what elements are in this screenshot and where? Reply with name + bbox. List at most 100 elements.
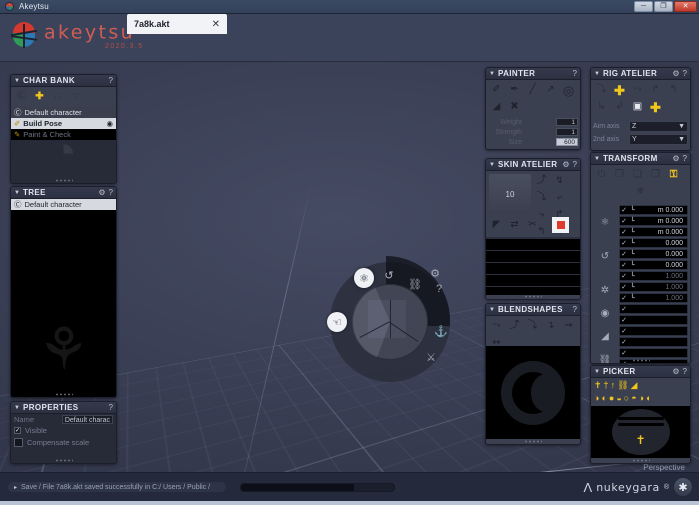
bs-tool-4-icon[interactable]: ↴ [542, 318, 559, 334]
skin-weight-icon[interactable]: ◤ [488, 217, 505, 233]
skin-tool-4-icon[interactable]: ⤶ [551, 190, 568, 206]
compensate-scale-checkbox[interactable] [14, 438, 23, 447]
help-icon[interactable]: ? [109, 76, 113, 85]
properties-header[interactable]: ▼ PROPERTIES ? [11, 402, 116, 414]
add-constraint-icon[interactable]: ✚ [647, 99, 664, 115]
brush-smooth-icon[interactable]: ✒ [506, 82, 523, 98]
chevron-down-icon[interactable]: ▼ [489, 162, 495, 168]
transform-row-ry[interactable]: ✓ ┗ 0.000 [619, 249, 688, 259]
bs-tool-2-icon[interactable]: ⤴ [506, 318, 523, 334]
resize-grip[interactable] [631, 359, 650, 362]
key-icon[interactable]: ┗ [628, 250, 637, 258]
picker-color-7-icon[interactable]: ◑ [639, 393, 644, 403]
help-icon[interactable]: ? [573, 305, 577, 314]
add-joint-icon[interactable]: ✚ [611, 82, 628, 98]
tree-row-default-character[interactable]: Ⓒ Default character [11, 199, 116, 210]
resize-grip[interactable] [54, 393, 73, 396]
joint-icon[interactable]: ⛓ [408, 277, 422, 291]
row-value[interactable]: 1.000 [637, 273, 687, 280]
chevron-down-icon[interactable]: ▼ [678, 136, 685, 143]
chevron-down-icon[interactable]: ▼ [678, 123, 685, 130]
row-value[interactable]: m 0.000 [637, 218, 687, 225]
row-value[interactable]: 0.000 [637, 251, 687, 258]
transform-row-tz[interactable]: ✓ ┗ m 0.000 [619, 227, 688, 237]
strength-track[interactable] [525, 131, 553, 133]
row-checkbox[interactable]: ✓ [620, 305, 628, 313]
picker-color-5-icon[interactable]: ○ [624, 393, 629, 403]
visible-checkbox[interactable]: ✓ [14, 427, 21, 434]
bs-tool-5-icon[interactable]: ⇝ [560, 318, 577, 334]
picker-header[interactable]: ▼ PICKER ⚙ ? [591, 366, 690, 378]
chevron-down-icon[interactable]: ▼ [14, 78, 20, 84]
skin-tool-2-icon[interactable]: ↯ [551, 173, 568, 189]
status-message-pill[interactable]: ▸ Save / File 7a8k.akt saved successfull… [8, 482, 226, 492]
brush-fill-icon[interactable]: ◢ [488, 99, 505, 115]
key-icon[interactable]: ┗ [628, 239, 637, 247]
char-row-default[interactable]: Ⓒ Default character [11, 107, 116, 118]
row-value[interactable]: m 0.000 [637, 229, 687, 236]
strength-slider[interactable]: Strength 1 [486, 127, 580, 137]
row-value[interactable]: 1.000 [637, 284, 687, 291]
close-button[interactable]: ✕ [674, 1, 697, 12]
resize-grip[interactable] [631, 459, 650, 462]
tf-lock-icon[interactable]: ⚿ [665, 167, 682, 183]
help-icon[interactable]: ? [683, 367, 687, 376]
picker-color-8-icon[interactable]: ◐ [646, 393, 651, 403]
brush-curve-icon[interactable]: ↗ [542, 82, 559, 98]
gear-icon[interactable]: ⚙ [672, 367, 679, 376]
chevron-down-icon[interactable]: ▼ [489, 307, 495, 313]
chevron-down-icon[interactable]: ▼ [594, 156, 600, 162]
transform-row-shape-3[interactable]: ✓ [619, 337, 688, 347]
row-checkbox[interactable]: ✓ [620, 272, 628, 280]
chevron-down-icon[interactable]: ▼ [489, 71, 495, 77]
skin-tool-3-icon[interactable]: ⤵ [533, 190, 550, 206]
rig-atelier-header[interactable]: ▼ RIG ATELIER ⚙ ? [591, 68, 690, 80]
transform-row-sx[interactable]: ✓ ┗ 1.000 [619, 271, 688, 281]
aim-axis-select[interactable]: Z ▼ [629, 121, 688, 132]
row-checkbox[interactable]: ✓ [620, 338, 628, 346]
row-checkbox[interactable]: ✓ [620, 228, 628, 236]
weight-track[interactable] [525, 121, 553, 123]
transform-row-tx[interactable]: ✓ ┗ m 0.000 [619, 205, 688, 215]
help-icon[interactable]: ? [573, 69, 577, 78]
transform-row-sz[interactable]: ✓ ┗ 1.000 [619, 293, 688, 303]
transform-row-shape-1[interactable]: ✓ [619, 315, 688, 325]
rig-tool-7-icon[interactable]: ↲ [611, 99, 628, 115]
visibility-group-icon[interactable]: ◉ [593, 307, 617, 319]
picker-chain-icon[interactable]: ↑ [611, 380, 616, 391]
char-bank-header[interactable]: ▼ CHAR BANK ? [11, 75, 116, 87]
chevron-down-icon[interactable]: ▼ [14, 190, 20, 196]
row-checkbox[interactable]: ✓ [620, 360, 628, 363]
tf-freeze-icon[interactable]: ❄ [593, 184, 688, 200]
shape-group-icon[interactable]: ◢ [593, 319, 617, 354]
resize-grip[interactable] [524, 295, 542, 298]
row-checkbox[interactable]: ✓ [620, 261, 628, 269]
pose-icon[interactable]: ∵ [67, 89, 84, 105]
picker-canvas[interactable]: ✝ [591, 406, 690, 458]
color-swatch[interactable] [552, 217, 569, 233]
picker-root-icon[interactable]: ✝ [635, 433, 645, 447]
skin-atelier-header[interactable]: ▼ SKIN ATELIER ⚙ ? [486, 159, 580, 171]
help-icon[interactable]: ? [683, 154, 687, 163]
picker-color-1-icon[interactable]: ◑ [594, 393, 599, 403]
chain-icon[interactable]: ⚔ [424, 350, 438, 364]
transform-row-rz[interactable]: ✓ ┗ 0.000 [619, 260, 688, 270]
painter-header[interactable]: ▼ PAINTER ? [486, 68, 580, 80]
help-icon[interactable]: ? [109, 403, 113, 412]
second-axis-select[interactable]: Y ▼ [629, 134, 688, 145]
gear-icon[interactable]: ⚙ [98, 188, 105, 197]
gear-icon[interactable]: ⚙ [562, 160, 569, 169]
row-checkbox[interactable]: ✓ [620, 217, 628, 225]
hand-cursor-icon[interactable]: ☜ [327, 312, 347, 332]
translate-group-icon[interactable]: ⚛ [593, 205, 617, 239]
key-icon[interactable]: ┗ [628, 294, 637, 302]
brush-erase-icon[interactable]: ✖ [506, 99, 523, 115]
rotate-group-icon[interactable]: ↺ [593, 239, 617, 273]
key-icon[interactable]: ┗ [628, 283, 637, 291]
picker-color-6-icon[interactable]: ◓ [631, 393, 636, 403]
char-row-build-pose[interactable]: ✐ Build Pose ◉ [11, 118, 116, 129]
transform-row-vis[interactable]: ✓ [619, 304, 688, 314]
blendshape-preview[interactable] [486, 346, 580, 439]
strength-value[interactable]: 1 [556, 128, 578, 136]
resize-grip[interactable] [54, 179, 73, 182]
